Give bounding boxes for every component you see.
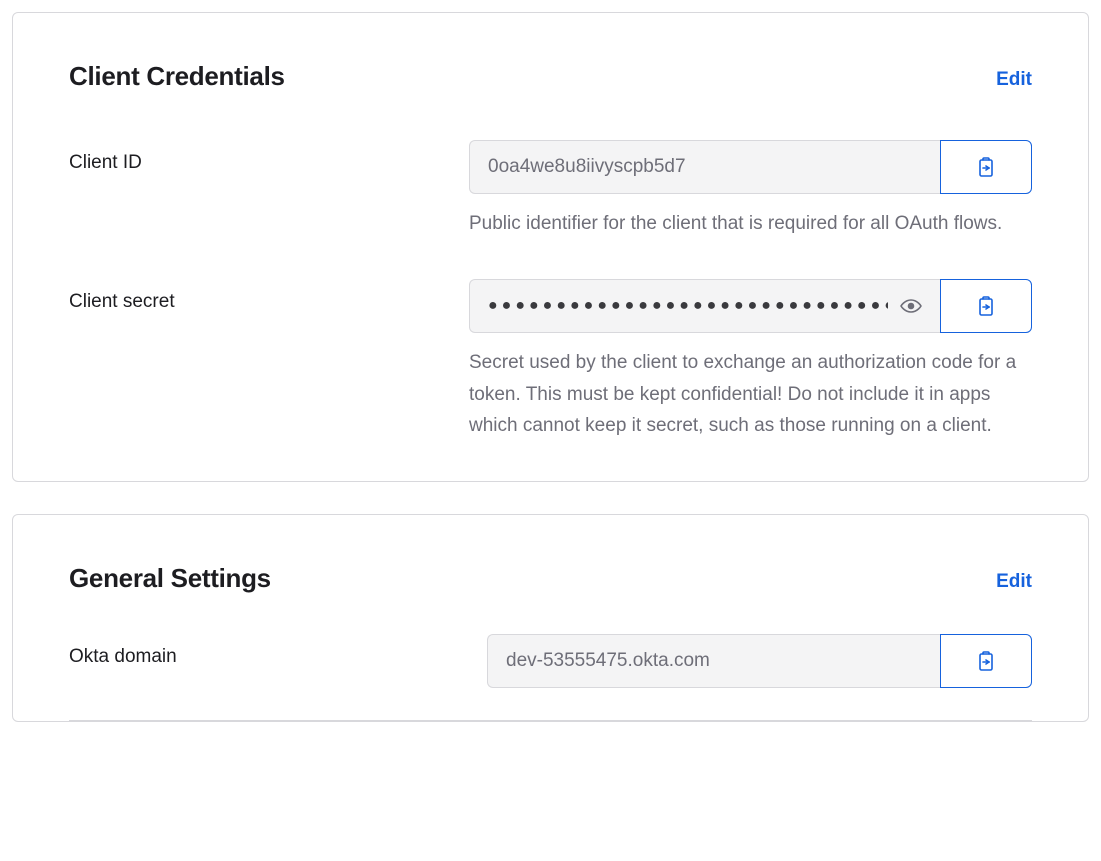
card-title: Client Credentials [69,61,285,92]
client-credentials-card: Client Credentials Edit Client ID 0oa4we… [12,12,1089,482]
clipboard-icon [976,295,996,317]
okta-domain-body: dev-53555475.okta.com [487,634,1032,688]
client-secret-body: ●●●●●●●●●●●●●●●●●●●●●●●●●●●●●● [469,279,1032,441]
client-id-row: Client ID 0oa4we8u8iivyscpb5d7 [69,140,1032,239]
copy-client-secret-button[interactable] [940,279,1032,333]
edit-credentials-link[interactable]: Edit [996,69,1032,91]
client-id-body: 0oa4we8u8iivyscpb5d7 Public identifier f… [469,140,1032,239]
client-id-label: Client ID [69,140,469,239]
client-secret-help: Secret used by the client to exchange an… [469,347,1032,441]
clipboard-icon [976,650,996,672]
reveal-secret-button[interactable] [900,298,922,314]
copy-okta-domain-button[interactable] [940,634,1032,688]
okta-domain-input-group: dev-53555475.okta.com [487,634,1032,688]
card-title: General Settings [69,563,271,594]
masked-secret: ●●●●●●●●●●●●●●●●●●●●●●●●●●●●●● [488,297,888,315]
clipboard-icon [976,156,996,178]
okta-domain-row: Okta domain dev-53555475.okta.com [69,634,1032,688]
client-id-help: Public identifier for the client that is… [469,208,1032,239]
general-settings-card: General Settings Edit Okta domain dev-53… [12,514,1089,722]
okta-domain-value[interactable]: dev-53555475.okta.com [487,634,940,688]
okta-domain-label: Okta domain [69,634,487,688]
card-header: Client Credentials Edit [69,61,1032,92]
client-secret-input-group: ●●●●●●●●●●●●●●●●●●●●●●●●●●●●●● [469,279,1032,333]
edit-general-link[interactable]: Edit [996,571,1032,593]
copy-client-id-button[interactable] [940,140,1032,194]
client-secret-value[interactable]: ●●●●●●●●●●●●●●●●●●●●●●●●●●●●●● [469,279,940,333]
eye-icon [900,298,922,314]
client-secret-row: Client secret ●●●●●●●●●●●●●●●●●●●●●●●●●●… [69,279,1032,441]
card-header: General Settings Edit [69,563,1032,594]
client-secret-label: Client secret [69,279,469,441]
client-id-value[interactable]: 0oa4we8u8iivyscpb5d7 [469,140,940,194]
section-divider [69,720,1032,721]
client-id-input-group: 0oa4we8u8iivyscpb5d7 [469,140,1032,194]
